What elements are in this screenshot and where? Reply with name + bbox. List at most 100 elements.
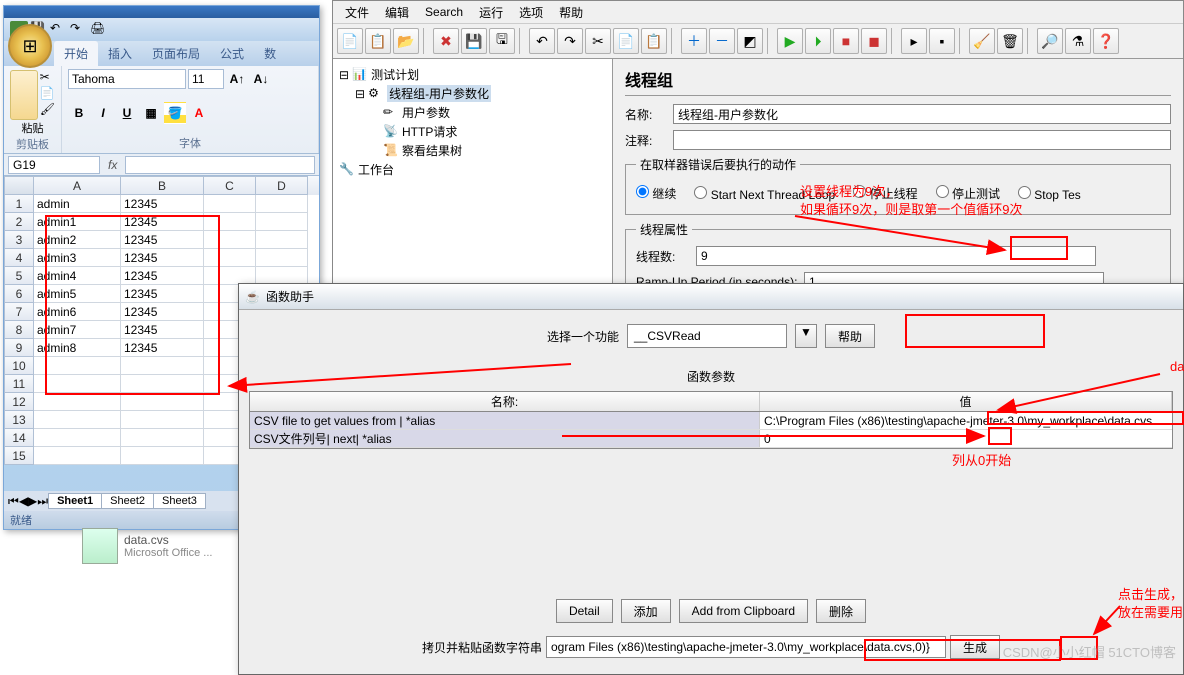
cut-icon[interactable]: ✂ [585,28,611,54]
cell[interactable] [121,447,204,465]
print-icon[interactable]: 🖨 [90,21,108,39]
cell[interactable] [121,393,204,411]
cell[interactable] [204,249,256,267]
cell[interactable] [204,213,256,231]
stop-icon[interactable]: ■ [833,28,859,54]
cell[interactable]: 12345 [121,213,204,231]
search-icon[interactable]: 🔎 [1037,28,1063,54]
grid-row[interactable]: 4admin312345 [4,249,319,267]
grid-row[interactable]: 2admin112345 [4,213,319,231]
menu-options[interactable]: 选项 [513,4,549,21]
expand-icon[interactable]: ＋ [681,28,707,54]
cell[interactable]: admin4 [34,267,121,285]
fh-delete-button[interactable]: 删除 [816,599,866,623]
sheet-nav-prev-icon[interactable]: ◀ [19,494,28,508]
menu-search[interactable]: Search [419,5,469,19]
tree-workbench[interactable]: 工作台 [358,161,394,178]
cell[interactable] [34,447,121,465]
fill-color-button[interactable]: 🪣 [164,102,186,124]
file-shortcut[interactable]: data.cvs Microsoft Office ... [82,528,232,564]
cell[interactable] [121,375,204,393]
cell[interactable]: 12345 [121,321,204,339]
shrink-font-icon[interactable]: A↓ [250,68,272,90]
font-name-select[interactable]: Tahoma [68,69,186,89]
sheet-tab-2[interactable]: Sheet2 [101,493,154,509]
radio-stoptestnow[interactable]: Stop Tes [1018,186,1081,202]
close-icon[interactable]: ✖ [433,28,459,54]
cell[interactable]: 12345 [121,285,204,303]
toggle-icon[interactable]: ◩ [737,28,763,54]
threads-input[interactable] [696,246,1096,266]
tree-http[interactable]: HTTP请求 [402,123,457,140]
tab-formula[interactable]: 公式 [210,41,254,66]
sheet-tab-1[interactable]: Sheet1 [48,493,102,509]
fh-titlebar[interactable]: ☕ 函数助手 [239,284,1183,310]
row-header[interactable]: 3 [4,231,34,249]
menu-edit[interactable]: 编辑 [379,4,415,21]
fh-param-row[interactable]: CSV文件列号| next| *alias 0 [250,430,1172,448]
menu-file[interactable]: 文件 [339,4,375,21]
row-header[interactable]: 10 [4,357,34,375]
redo-icon[interactable]: ↷ [70,21,88,39]
cell[interactable]: 12345 [121,267,204,285]
select-all-corner[interactable] [4,176,34,195]
tree-userparams[interactable]: 用户参数 [402,104,450,121]
fh-generate-button[interactable]: 生成 [950,635,1000,659]
cell[interactable]: 12345 [121,249,204,267]
fh-output-field[interactable]: ogram Files (x86)\testing\apache-jmeter-… [546,636,946,658]
cell[interactable]: 12345 [121,195,204,213]
copy-icon[interactable]: 📄 [40,86,55,100]
grow-font-icon[interactable]: A↑ [226,68,248,90]
fh-function-select[interactable]: __CSVRead [627,324,787,348]
cell[interactable]: admin [34,195,121,213]
row-header[interactable]: 1 [4,195,34,213]
new-icon[interactable]: 📄 [337,28,363,54]
fn-helper-icon[interactable]: ⚗ [1065,28,1091,54]
undo-icon[interactable]: ↶ [529,28,555,54]
clear-all-icon[interactable]: 🗑 [997,28,1023,54]
grid-row[interactable]: 1admin12345 [4,195,319,213]
cut-icon[interactable]: ✂ [40,70,55,84]
sheet-tab-3[interactable]: Sheet3 [153,493,206,509]
font-color-button[interactable]: A [188,102,210,124]
cell[interactable] [34,393,121,411]
row-header[interactable]: 8 [4,321,34,339]
underline-button[interactable]: U [116,102,138,124]
collapse-icon[interactable]: － [709,28,735,54]
remote-run-icon[interactable]: ▸ [901,28,927,54]
cell[interactable] [204,195,256,213]
tg-comment-input[interactable] [673,130,1171,150]
menu-run[interactable]: 运行 [473,4,509,21]
row-header[interactable]: 14 [4,429,34,447]
formula-bar[interactable] [125,156,315,174]
col-header-b[interactable]: B [121,176,204,195]
paste-icon[interactable]: 📋 [641,28,667,54]
tab-layout[interactable]: 页面布局 [142,41,210,66]
col-header-c[interactable]: C [204,176,256,195]
fh-add-button[interactable]: 添加 [621,599,671,623]
row-header[interactable]: 6 [4,285,34,303]
tab-insert[interactable]: 插入 [98,41,142,66]
cell[interactable]: admin7 [34,321,121,339]
fh-col-val[interactable]: 值 [760,392,1172,411]
tab-data[interactable]: 数 [254,41,286,66]
bold-button[interactable]: B [68,102,90,124]
minus-icon[interactable]: ⊟ [355,87,365,101]
fh-clipboard-button[interactable]: Add from Clipboard [679,599,808,623]
jmeter-tree[interactable]: ⊟📊测试计划 ⊟⚙线程组-用户参数化 ✏用户参数 📡HTTP请求 📜察看结果树 … [333,59,613,284]
row-header[interactable]: 4 [4,249,34,267]
italic-button[interactable]: I [92,102,114,124]
row-header[interactable]: 15 [4,447,34,465]
redo-icon[interactable]: ↷ [557,28,583,54]
radio-continue[interactable]: 继续 [636,185,676,202]
paste-button[interactable] [10,70,38,120]
help-icon[interactable]: ❓ [1093,28,1119,54]
fh-col-name[interactable]: 名称: [250,392,760,411]
tree-results[interactable]: 察看结果树 [402,142,462,159]
run-icon[interactable]: ▶ [777,28,803,54]
col-header-a[interactable]: A [34,176,121,195]
row-header[interactable]: 11 [4,375,34,393]
cell[interactable]: admin5 [34,285,121,303]
clear-icon[interactable]: 🧹 [969,28,995,54]
run-no-icon[interactable]: ⏵ [805,28,831,54]
